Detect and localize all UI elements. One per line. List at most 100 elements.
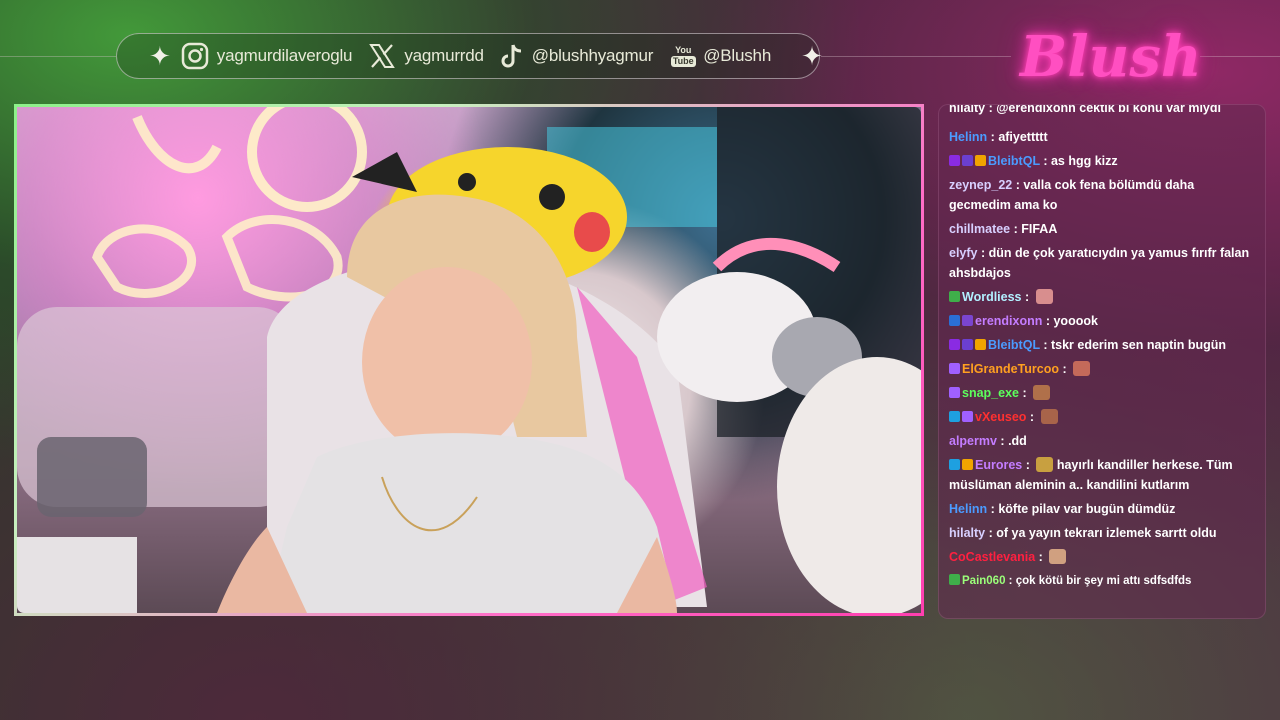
chat-message: Pain060 : çok kötü bir şey mi attı sdfsd… <box>949 571 1255 591</box>
social-x: yagmurrdd <box>368 42 484 70</box>
chat-message: elyfy : dün de çok yaratıcıydın ya yamus… <box>949 243 1255 283</box>
instagram-icon <box>181 42 209 70</box>
chat-separator: : <box>1059 362 1071 376</box>
chat-username[interactable]: CoCastlevania <box>949 550 1035 564</box>
chat-message-list: Helinn : afiyettttt BleibtQL : as hgg kiz… <box>949 127 1255 595</box>
x-handle: yagmurrdd <box>404 46 484 65</box>
chat-badge-icon <box>975 155 986 166</box>
chat-separator: : <box>987 130 999 144</box>
chat-message-text: çok kötü bir şey mi attı sdfsdfds <box>1015 575 1192 587</box>
sparkle-icon: ✦ <box>149 41 171 71</box>
chat-separator: : <box>985 526 997 540</box>
header-line-middle <box>821 56 1011 57</box>
chat-separator: : <box>1010 222 1022 236</box>
chat-message: BleibtQL : tskr ederim sen naptin bugün <box>949 335 1255 355</box>
chat-message-text: .dd <box>1008 434 1027 448</box>
chat-username[interactable]: erendixonn <box>975 314 1042 328</box>
chat-username[interactable]: Eurores <box>975 458 1022 472</box>
x-twitter-icon <box>368 42 396 70</box>
chat-message: erendixonn : yooook <box>949 311 1255 331</box>
chat-message: alpermv : .dd <box>949 431 1255 451</box>
chat-emote-icon <box>1033 385 1051 400</box>
chat-username[interactable]: chillmatee <box>949 222 1010 236</box>
social-youtube: You Tube @Blushh <box>669 44 772 67</box>
chat-message: ElGrandeTurcoo : <box>949 359 1255 379</box>
header-line-right <box>1200 56 1280 57</box>
chat-emote-icon <box>1073 361 1091 376</box>
chat-username[interactable]: ElGrandeTurcoo <box>962 362 1059 376</box>
blush-logo: Blush <box>1020 24 1202 90</box>
chat-badge-icon <box>975 339 986 350</box>
chat-message-text: of ya yayın tekrarı izlemek sarrtt oldu <box>996 526 1217 540</box>
chat-username[interactable]: Pain060 <box>962 575 1005 587</box>
chat-separator: : <box>1039 154 1051 168</box>
chat-username[interactable]: hilalty <box>949 526 985 540</box>
chat-username[interactable]: Helinn <box>949 130 987 144</box>
chat-separator: : <box>1022 458 1034 472</box>
chat-username[interactable]: BleibtQL <box>988 338 1040 352</box>
stream-video <box>14 104 924 616</box>
stream-scene-illustration <box>17 107 921 613</box>
chat-emote-icon <box>1049 549 1067 564</box>
chat-message: Wordliess : <box>949 287 1255 307</box>
instagram-handle: yagmurdilaveroglu <box>216 46 353 65</box>
chat-badge-icon <box>949 339 960 350</box>
social-instagram: yagmurdilaveroglu <box>181 42 353 70</box>
chat-message-partial: hilalty : @erendixonn cektik bi konu var… <box>949 104 1221 115</box>
chat-message-text: tskr ederim sen naptin bugün <box>1050 338 1226 352</box>
chat-badge-icon <box>949 459 960 470</box>
sparkle-icon: ✦ <box>801 41 823 71</box>
chat-message-text: köfte pilav var bugün dümdüz <box>998 502 1176 516</box>
chat-message: hilalty : of ya yayın tekrarı izlemek sa… <box>949 523 1255 543</box>
chat-message-text: yooook <box>1053 314 1098 328</box>
chat-badge-icon <box>962 315 973 326</box>
chat-badge-icon <box>949 291 960 302</box>
chat-emote-icon <box>1036 457 1054 472</box>
chat-badge-icon <box>949 411 960 422</box>
chat-separator: : <box>1026 410 1038 424</box>
chat-separator: : <box>1005 575 1016 587</box>
chat-message-text: as hgg kizz <box>1050 154 1118 168</box>
chat-message: snap_exe : <box>949 383 1255 403</box>
chat-message-text: afiyettttt <box>998 130 1048 144</box>
chat-badge-icon <box>962 459 973 470</box>
tiktok-handle: @blushhyagmur <box>531 46 654 65</box>
chat-username[interactable]: Helinn <box>949 502 987 516</box>
chat-emote-icon <box>1035 289 1053 304</box>
chat-separator: : <box>1035 550 1047 564</box>
chat-username[interactable]: BleibtQL <box>988 154 1040 168</box>
youtube-icon: You Tube <box>670 44 696 67</box>
chat-emote-icon <box>1040 409 1058 424</box>
chat-username[interactable]: Wordliess <box>962 290 1022 304</box>
chat-separator: : <box>1018 386 1031 400</box>
chat-message: Helinn : afiyettttt <box>949 127 1255 147</box>
chat-username[interactable]: snap_exe <box>962 386 1019 400</box>
social-links-bar: ✦ yagmurdilaveroglu yagmurrdd @blushhyag… <box>116 33 823 79</box>
chat-username[interactable]: elyfy <box>949 246 978 260</box>
chat-username[interactable]: alpermv <box>949 434 997 448</box>
chat-separator: : <box>1039 338 1051 352</box>
chat-username[interactable]: zeynep_22 <box>949 178 1012 192</box>
chat-badge-icon <box>949 155 960 166</box>
chat-message: BleibtQL : as hgg kizz <box>949 151 1255 171</box>
chat-badge-icon <box>949 387 960 398</box>
chat-message: vXeuseo : <box>949 407 1255 427</box>
chat-separator: : <box>1042 314 1054 328</box>
chat-badge-icon <box>962 155 973 166</box>
chat-badge-icon <box>962 411 973 422</box>
chat-message-text: FIFAA <box>1021 222 1058 236</box>
chat-panel[interactable]: hilalty : @erendixonn cektik bi konu var… <box>938 104 1266 619</box>
tiktok-icon <box>500 42 524 70</box>
chat-badge-icon <box>949 315 960 326</box>
chat-message: chillmatee : FIFAA <box>949 219 1255 239</box>
chat-separator: : <box>977 246 989 260</box>
header-line-left <box>0 56 116 57</box>
chat-badge-icon <box>962 339 973 350</box>
chat-badge-icon <box>949 574 960 585</box>
youtube-handle: @Blushh <box>703 46 772 65</box>
chat-separator: : <box>1012 178 1024 192</box>
chat-badge-icon <box>949 363 960 374</box>
chat-message-text: dün de çok yaratıcıydın ya yamus fırıfr … <box>949 246 1250 280</box>
chat-username[interactable]: vXeuseo <box>975 410 1026 424</box>
chat-message: zeynep_22 : valla cok fena bölümdü daha … <box>949 175 1255 215</box>
